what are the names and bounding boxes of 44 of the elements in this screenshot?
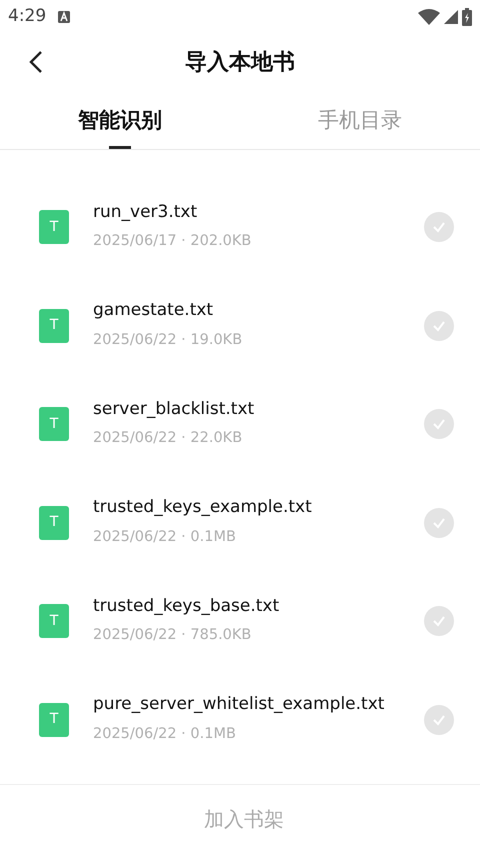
check-icon: [432, 614, 446, 628]
file-meta: 2025/06/22 · 0.1MB: [93, 528, 237, 547]
file-meta: 2025/06/22 · 785.0KB: [93, 626, 252, 646]
page-title: 导入本地书: [185, 48, 295, 76]
file-row[interactable]: T gamestate.txt 2025/06/22 · 19.0KB: [0, 276, 480, 375]
back-icon: [29, 50, 43, 74]
file-row[interactable]: T pure_server_whitelist_example.txt 2025/06/22 · 0.1MB: [0, 670, 480, 769]
file-row[interactable]: T run_ver3.txt 2025/06/17 · 202.0KB: [0, 178, 480, 276]
signal-icon: [444, 10, 458, 24]
text-file-icon: T: [39, 210, 69, 244]
file-meta: 2025/06/22 · 0.1MB: [93, 724, 237, 744]
text-file-icon: T: [39, 407, 69, 442]
tab[interactable]: 智能识别: [0, 90, 240, 149]
file-row[interactable]: T server_blacklist.txt 2025/06/22 · 22.0KB: [0, 375, 480, 474]
check-icon: [432, 516, 446, 530]
file-name: run_ver3.txt: [93, 200, 198, 224]
checkbox[interactable]: [424, 508, 454, 538]
wifi-icon: [418, 9, 440, 25]
file-name: pure_server_whitelist_example.txt: [93, 693, 386, 716]
file-name: trusted_keys_base.txt: [93, 594, 280, 618]
file-name: server_blacklist.txt: [93, 398, 256, 421]
file-row[interactable]: T trusted_keys_example.txt 2025/06/22 · 0.1MB: [0, 474, 480, 572]
file-name: trusted_keys_example.txt: [93, 496, 313, 520]
check-icon: [432, 417, 446, 432]
text-file-icon: T: [39, 702, 69, 737]
text-file-icon: T: [39, 308, 69, 343]
text-file-icon: T: [39, 604, 69, 638]
file-name: gamestate.txt: [93, 299, 214, 322]
checkbox[interactable]: [424, 409, 454, 440]
checkbox[interactable]: [424, 310, 454, 341]
checkbox[interactable]: [424, 704, 454, 735]
file-meta: 2025/06/22 · 22.0KB: [93, 429, 244, 448]
file-meta: 2025/06/22 · 19.0KB: [93, 330, 244, 350]
check-icon: [432, 712, 446, 727]
checkbox[interactable]: [424, 606, 454, 636]
checkbox[interactable]: [424, 212, 454, 242]
check-icon: [432, 318, 446, 333]
text-file-icon: T: [39, 506, 69, 540]
file-meta: 2025/06/17 · 202.0KB: [93, 232, 252, 252]
notification-icon: [58, 11, 70, 23]
file-row[interactable]: T trusted_keys_base.txt 2025/06/22 · 785.0KB: [0, 572, 480, 670]
check-icon: [432, 220, 446, 234]
battery-icon: [462, 8, 472, 26]
status-time: 4:29: [8, 5, 46, 28]
